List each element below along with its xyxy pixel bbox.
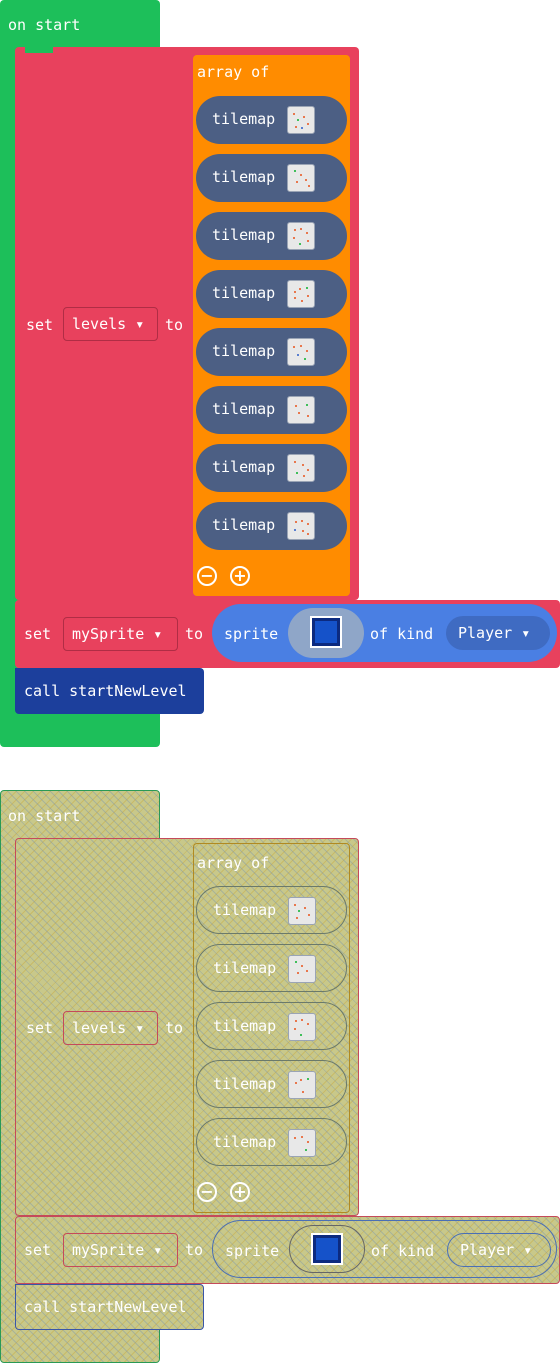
of-kind-keyword: of kind bbox=[370, 625, 434, 643]
tilemap-thumbnail[interactable] bbox=[287, 280, 315, 308]
tilemap-label: tilemap bbox=[213, 1017, 277, 1035]
block-notch bbox=[25, 600, 53, 606]
tilemap-thumbnail bbox=[288, 1013, 316, 1041]
dropdown-arrow-icon: ▾ bbox=[153, 1241, 163, 1259]
on-start-label: on start bbox=[8, 807, 81, 825]
tilemap-label: tilemap bbox=[212, 458, 276, 476]
tilemap-block[interactable]: tilemap bbox=[196, 386, 347, 434]
remove-item-icon[interactable]: − bbox=[197, 566, 217, 586]
dropdown-arrow-icon: ▾ bbox=[135, 1019, 145, 1037]
dropdown-arrow-icon: ▾ bbox=[153, 625, 163, 643]
tilemap-block-ghost: tilemap bbox=[196, 944, 347, 992]
tilemap-label: tilemap bbox=[212, 516, 276, 534]
levels-variable-dropdown: levels ▾ bbox=[63, 1011, 158, 1045]
sprite-keyword: sprite bbox=[225, 1242, 280, 1260]
sprite-variable-dropdown[interactable]: mySprite ▾ bbox=[63, 617, 178, 651]
tilemap-label: tilemap bbox=[213, 959, 277, 977]
variable-name: levels bbox=[72, 1019, 127, 1037]
tilemap-block-ghost: tilemap bbox=[196, 886, 347, 934]
tilemap-label: tilemap bbox=[212, 342, 276, 360]
call-function-label: call startNewLevel bbox=[24, 682, 187, 700]
sprite-of-kind-block[interactable]: sprite of kind Player ▾ bbox=[212, 604, 557, 662]
array-of-label: array of bbox=[197, 63, 270, 81]
tilemap-block[interactable]: tilemap bbox=[196, 154, 347, 202]
tilemap-label: tilemap bbox=[213, 901, 277, 919]
to-keyword: to bbox=[185, 625, 204, 643]
tilemap-block[interactable]: tilemap bbox=[196, 444, 347, 492]
sprite-image-preview[interactable] bbox=[310, 616, 342, 648]
tilemap-thumbnail[interactable] bbox=[287, 222, 315, 250]
sprite-keyword: sprite bbox=[224, 625, 279, 643]
dropdown-arrow-icon: ▾ bbox=[135, 315, 145, 333]
add-item-icon[interactable]: + bbox=[230, 566, 250, 586]
sprite-of-kind-block-ghost: sprite of kind Player ▾ bbox=[212, 1220, 557, 1278]
on-start-label: on start bbox=[8, 16, 81, 34]
tilemap-block[interactable]: tilemap bbox=[196, 270, 347, 318]
remove-item-icon: − bbox=[197, 1182, 217, 1202]
add-item-icon: + bbox=[230, 1182, 250, 1202]
set-keyword: set bbox=[26, 1019, 54, 1037]
variable-name: mySprite bbox=[72, 625, 145, 643]
tilemap-label: tilemap bbox=[212, 284, 276, 302]
kind-value: Player bbox=[460, 1241, 515, 1259]
kind-value: Player bbox=[458, 624, 513, 642]
tilemap-thumbnail bbox=[288, 955, 316, 983]
tilemap-block-ghost: tilemap bbox=[196, 1002, 347, 1050]
tilemap-label: tilemap bbox=[213, 1075, 277, 1093]
tilemap-thumbnail[interactable] bbox=[287, 396, 315, 424]
tilemap-label: tilemap bbox=[212, 110, 276, 128]
tilemap-thumbnail bbox=[288, 897, 316, 925]
sprite-image-preview bbox=[311, 1233, 343, 1265]
to-keyword: to bbox=[165, 316, 184, 334]
to-keyword: to bbox=[165, 1019, 184, 1037]
sprite-variable-dropdown: mySprite ▾ bbox=[63, 1233, 178, 1267]
call-function-label: call startNewLevel bbox=[24, 1298, 187, 1316]
kind-dropdown: Player ▾ bbox=[447, 1233, 551, 1267]
set-keyword: set bbox=[24, 1241, 52, 1259]
dropdown-arrow-icon: ▾ bbox=[521, 624, 531, 642]
tilemap-block[interactable]: tilemap bbox=[196, 502, 347, 550]
array-of-label: array of bbox=[197, 854, 270, 872]
tilemap-label: tilemap bbox=[212, 168, 276, 186]
tilemap-thumbnail[interactable] bbox=[287, 106, 315, 134]
tilemap-thumbnail bbox=[288, 1129, 316, 1157]
tilemap-thumbnail bbox=[288, 1071, 316, 1099]
set-keyword: set bbox=[24, 625, 52, 643]
set-keyword: set bbox=[26, 316, 54, 334]
tilemap-label: tilemap bbox=[213, 1133, 277, 1151]
tilemap-thumbnail[interactable] bbox=[287, 338, 315, 366]
to-keyword: to bbox=[185, 1241, 204, 1259]
tilemap-thumbnail[interactable] bbox=[287, 164, 315, 192]
variable-name: levels bbox=[72, 315, 127, 333]
tilemap-block[interactable]: tilemap bbox=[196, 212, 347, 260]
tilemap-thumbnail[interactable] bbox=[287, 454, 315, 482]
tilemap-thumbnail[interactable] bbox=[287, 512, 315, 540]
tilemap-block-ghost: tilemap bbox=[196, 1060, 347, 1108]
dropdown-arrow-icon: ▾ bbox=[523, 1241, 533, 1259]
of-kind-keyword: of kind bbox=[371, 1242, 435, 1260]
kind-dropdown[interactable]: Player ▾ bbox=[446, 616, 550, 650]
levels-variable-dropdown[interactable]: levels ▾ bbox=[63, 307, 158, 341]
tilemap-block[interactable]: tilemap bbox=[196, 328, 347, 376]
tilemap-block-ghost: tilemap bbox=[196, 1118, 347, 1166]
tilemap-block[interactable]: tilemap bbox=[196, 96, 347, 144]
block-notch bbox=[25, 47, 53, 53]
tilemap-label: tilemap bbox=[212, 400, 276, 418]
tilemap-label: tilemap bbox=[212, 226, 276, 244]
variable-name: mySprite bbox=[72, 1241, 145, 1259]
